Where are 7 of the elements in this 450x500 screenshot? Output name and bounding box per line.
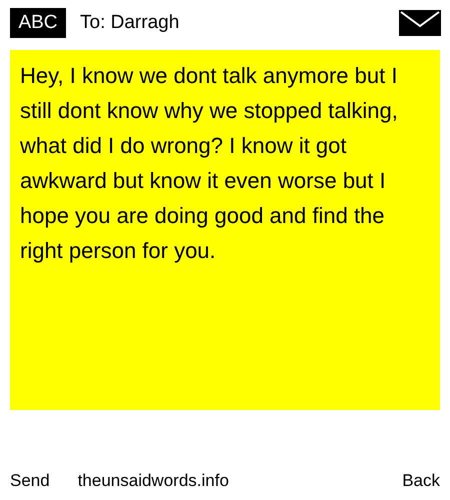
envelope-icon: [399, 10, 441, 36]
recipient-label: To: Darragh: [80, 10, 180, 35]
send-link[interactable]: Send: [10, 468, 50, 493]
website-link[interactable]: theunsaidwords.info: [78, 468, 229, 493]
logo-badge: ABC: [10, 8, 66, 38]
back-link[interactable]: Back: [402, 468, 440, 493]
message-text: Hey, I know we dont talk anymore but I still dont know why we stopped talking, what did I do wrong? I know it got awkward but know it even worse but I hope you are doing good and find the right person for you.: [20, 62, 399, 265]
